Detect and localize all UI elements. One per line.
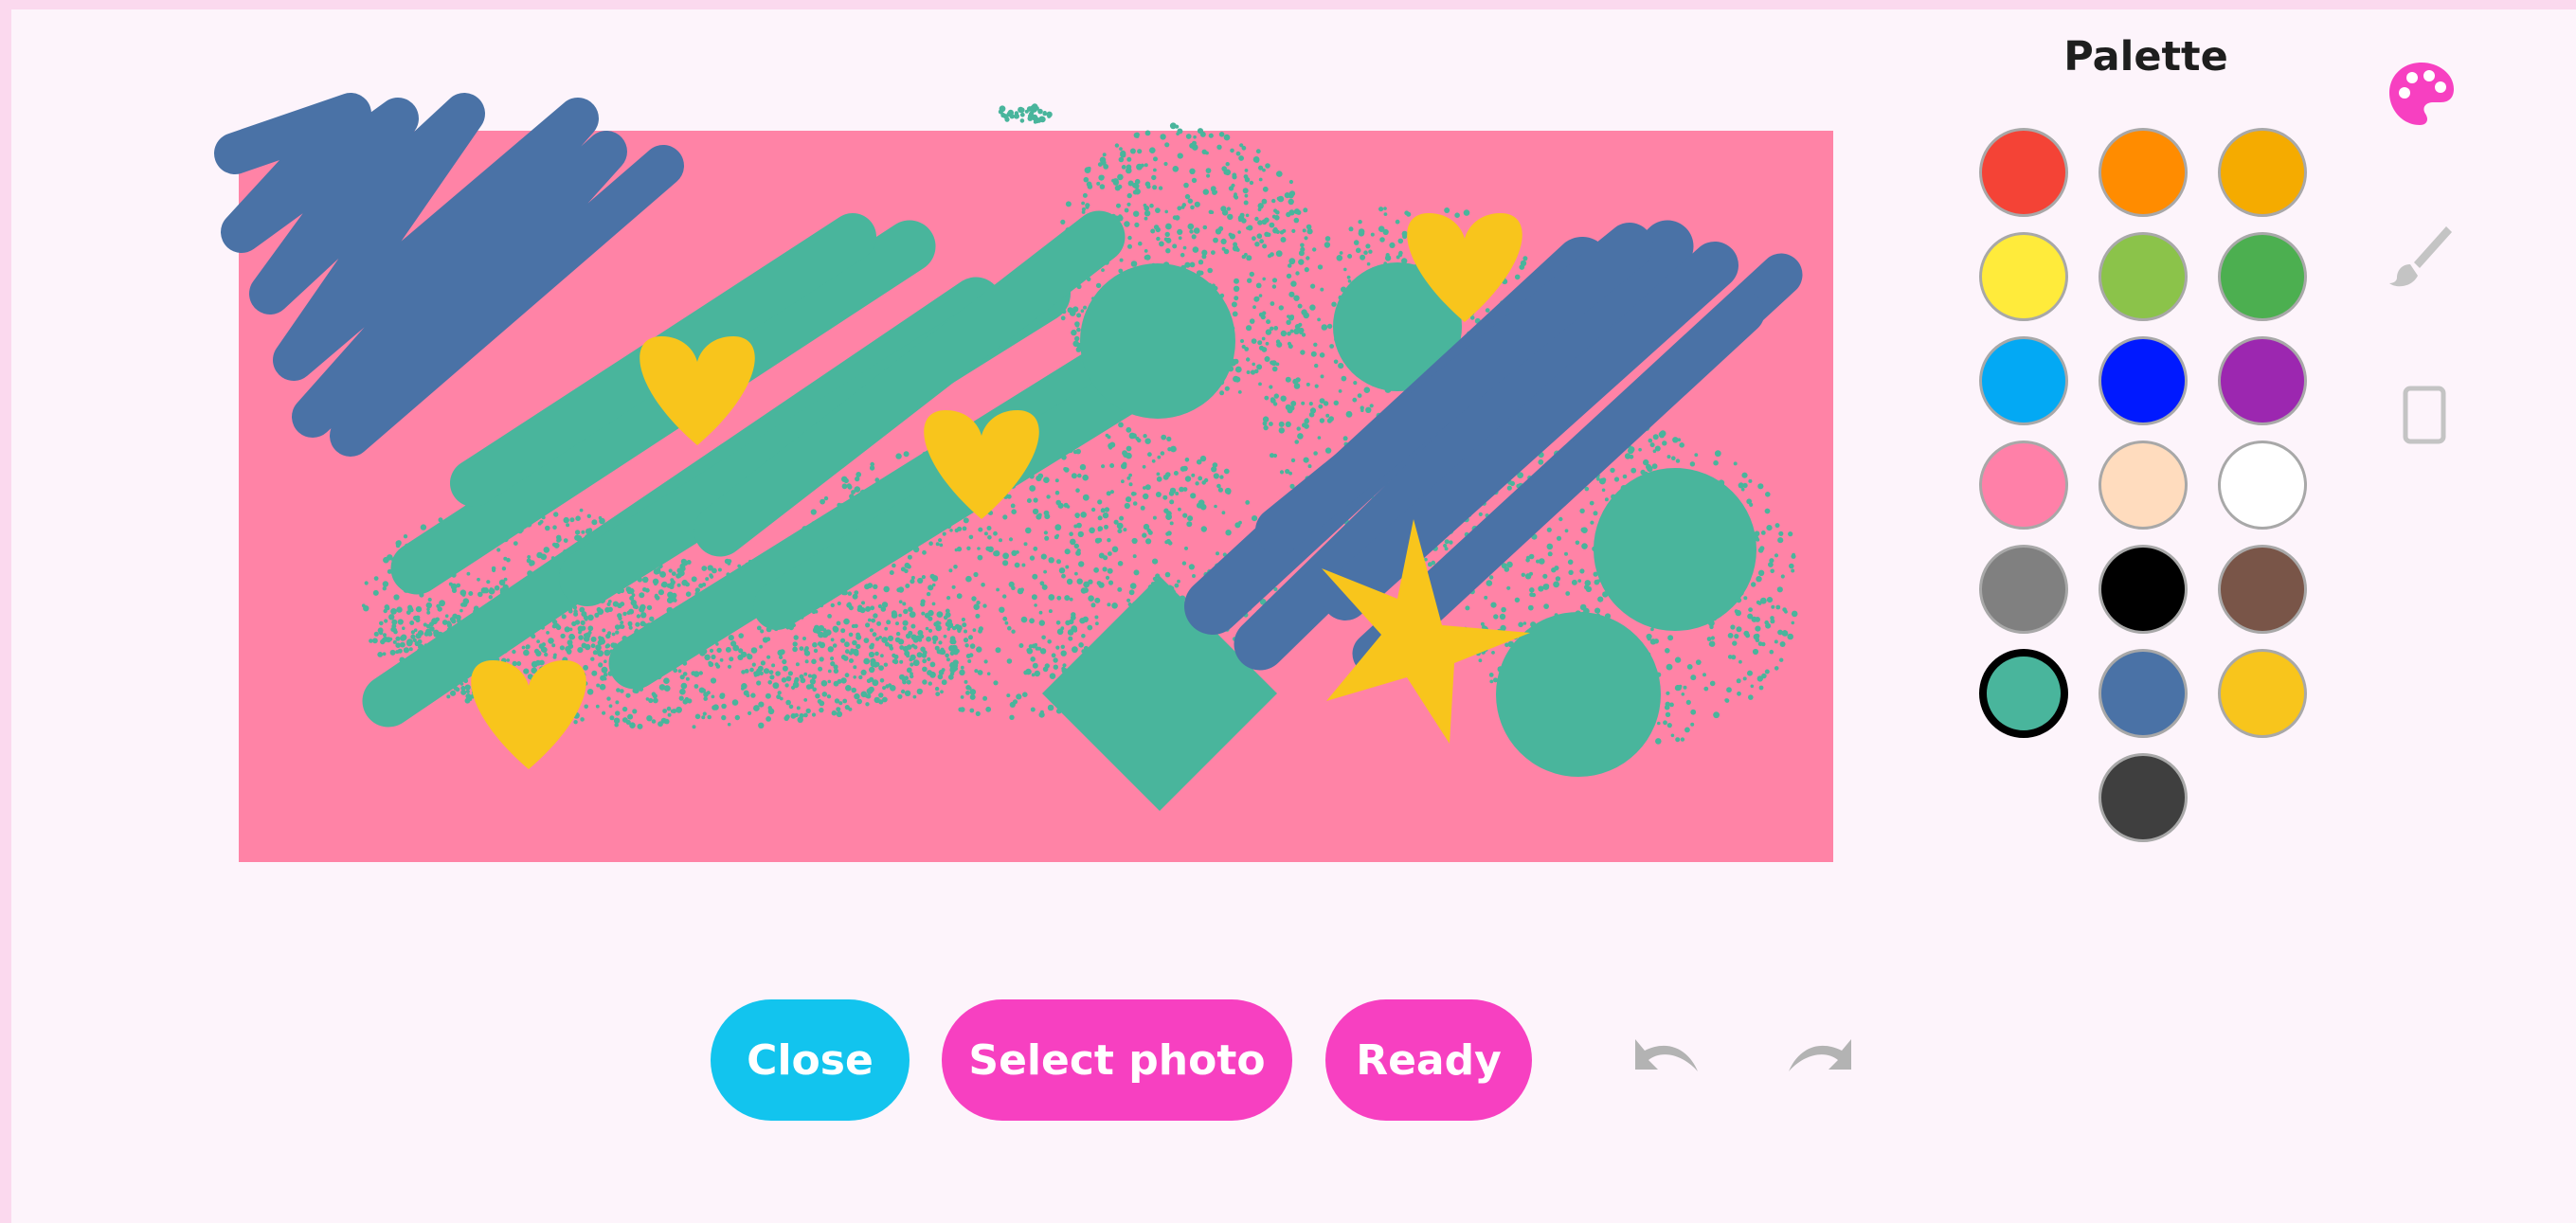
color-swatch[interactable]	[1979, 232, 2068, 321]
color-swatch[interactable]	[1979, 545, 2068, 634]
brush-icon[interactable]	[2387, 223, 2454, 289]
color-swatch[interactable]	[2218, 128, 2307, 217]
close-button[interactable]: Close	[711, 999, 910, 1121]
palette-icon[interactable]	[2386, 59, 2458, 131]
redo-icon[interactable]	[1781, 1028, 1857, 1085]
color-swatch[interactable]	[1979, 649, 2068, 738]
color-swatch[interactable]	[2218, 545, 2307, 634]
color-swatch[interactable]	[2099, 336, 2188, 425]
color-swatch[interactable]	[2099, 441, 2188, 530]
color-swatch[interactable]	[2218, 441, 2307, 530]
palette-title: Palette	[2063, 33, 2228, 81]
teal-circle	[1594, 468, 1756, 631]
color-swatch[interactable]	[1979, 336, 2068, 425]
teal-circle	[1496, 612, 1661, 777]
drawing-canvas[interactable]	[189, 76, 1843, 872]
color-swatch[interactable]	[2099, 545, 2188, 634]
undo-icon[interactable]	[1630, 1028, 1705, 1085]
color-swatch[interactable]	[2218, 336, 2307, 425]
color-swatch[interactable]	[2099, 128, 2188, 217]
ready-button[interactable]: Ready	[1325, 999, 1532, 1121]
color-swatch[interactable]	[2099, 649, 2188, 738]
eraser-icon[interactable]	[2403, 386, 2446, 444]
drawing-svg[interactable]	[189, 76, 1843, 872]
color-swatch[interactable]	[1979, 128, 2068, 217]
color-swatch[interactable]	[2218, 232, 2307, 321]
color-swatch[interactable]	[1979, 441, 2068, 530]
color-swatch[interactable]	[2218, 649, 2307, 738]
select-photo-button[interactable]: Select photo	[942, 999, 1292, 1121]
color-swatch[interactable]	[2099, 753, 2188, 842]
color-swatch[interactable]	[2099, 232, 2188, 321]
teal-circle	[1080, 263, 1235, 419]
